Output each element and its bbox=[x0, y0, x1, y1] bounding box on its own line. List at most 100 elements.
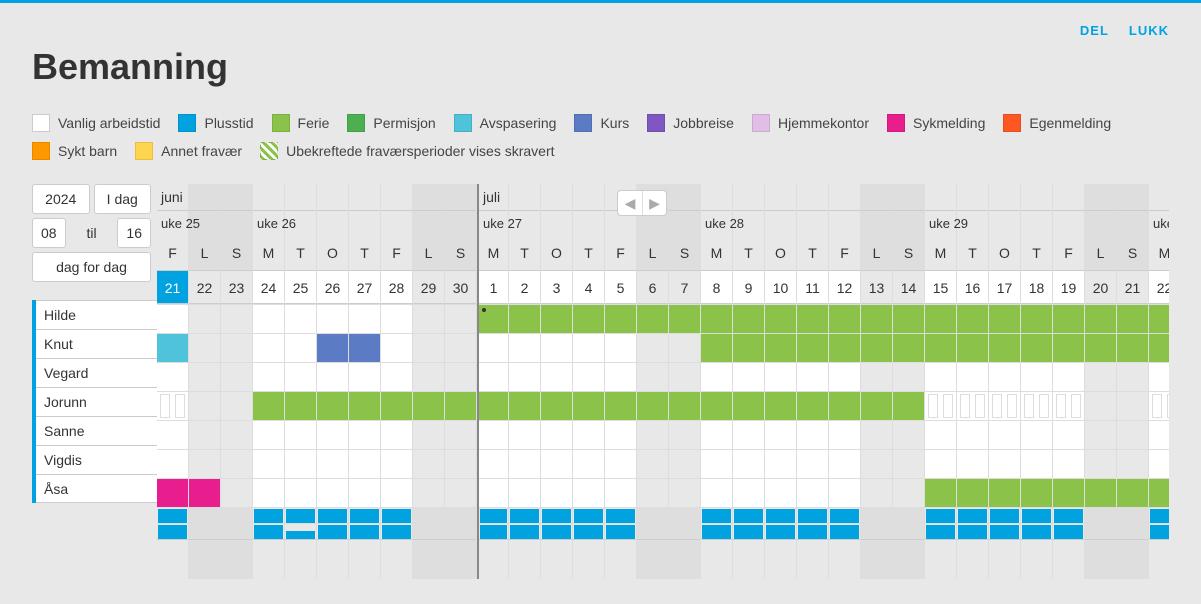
schedule-cell[interactable] bbox=[189, 304, 220, 333]
schedule-cell[interactable] bbox=[509, 391, 540, 420]
schedule-cell[interactable] bbox=[381, 449, 412, 478]
schedule-cell[interactable] bbox=[189, 478, 220, 507]
schedule-cell[interactable] bbox=[221, 333, 252, 362]
date-cell[interactable]: 19 bbox=[1053, 270, 1084, 304]
schedule-cell[interactable] bbox=[189, 391, 220, 420]
schedule-cell[interactable] bbox=[189, 333, 220, 362]
schedule-cell[interactable] bbox=[989, 304, 1020, 333]
schedule-cell[interactable] bbox=[1053, 449, 1084, 478]
date-cell[interactable]: 24 bbox=[253, 270, 284, 304]
schedule-cell[interactable] bbox=[573, 449, 604, 478]
schedule-cell[interactable] bbox=[1085, 391, 1116, 420]
schedule-cell[interactable] bbox=[797, 478, 828, 507]
date-cell[interactable]: 3 bbox=[541, 270, 572, 304]
schedule-cell[interactable] bbox=[1021, 304, 1052, 333]
schedule-cell[interactable] bbox=[1117, 333, 1148, 362]
schedule-cell[interactable] bbox=[925, 449, 956, 478]
schedule-cell[interactable] bbox=[669, 362, 700, 391]
schedule-cell[interactable] bbox=[349, 362, 380, 391]
schedule-cell[interactable] bbox=[765, 362, 796, 391]
schedule-cell[interactable] bbox=[573, 420, 604, 449]
schedule-cell[interactable] bbox=[157, 333, 188, 362]
schedule-cell[interactable] bbox=[701, 362, 732, 391]
schedule-cell[interactable] bbox=[1053, 391, 1084, 420]
date-cell[interactable]: 11 bbox=[797, 270, 828, 304]
schedule-cell[interactable] bbox=[1117, 449, 1148, 478]
schedule-cell[interactable] bbox=[957, 478, 988, 507]
schedule-cell[interactable] bbox=[829, 333, 860, 362]
schedule-cell[interactable] bbox=[1021, 420, 1052, 449]
schedule-cell[interactable] bbox=[669, 420, 700, 449]
schedule-cell[interactable] bbox=[285, 420, 316, 449]
person-name[interactable]: Jorunn bbox=[36, 387, 157, 416]
schedule-cell[interactable] bbox=[1117, 478, 1148, 507]
schedule-cell[interactable] bbox=[733, 391, 764, 420]
schedule-cell[interactable] bbox=[253, 420, 284, 449]
person-name[interactable]: Hilde bbox=[36, 300, 157, 329]
schedule-cell[interactable] bbox=[701, 420, 732, 449]
schedule-cell[interactable] bbox=[1085, 333, 1116, 362]
schedule-cell[interactable] bbox=[1021, 449, 1052, 478]
schedule-cell[interactable] bbox=[1117, 420, 1148, 449]
schedule-cell[interactable] bbox=[573, 304, 604, 333]
schedule-cell[interactable] bbox=[349, 304, 380, 333]
schedule-cell[interactable] bbox=[1085, 304, 1116, 333]
schedule-cell[interactable] bbox=[829, 449, 860, 478]
schedule-cell[interactable] bbox=[381, 420, 412, 449]
date-cell[interactable]: 21 bbox=[1117, 270, 1148, 304]
schedule-cell[interactable] bbox=[541, 420, 572, 449]
schedule-cell[interactable] bbox=[1117, 362, 1148, 391]
from-hour[interactable]: 08 bbox=[32, 218, 66, 248]
schedule-cell[interactable] bbox=[765, 478, 796, 507]
schedule-cell[interactable] bbox=[957, 362, 988, 391]
schedule-cell[interactable] bbox=[541, 304, 572, 333]
schedule-cell[interactable] bbox=[957, 304, 988, 333]
schedule-cell[interactable] bbox=[413, 304, 444, 333]
schedule-cell[interactable] bbox=[479, 478, 508, 507]
schedule-cell[interactable] bbox=[925, 391, 956, 420]
schedule-cell[interactable] bbox=[445, 391, 476, 420]
date-cell[interactable]: 26 bbox=[317, 270, 348, 304]
next-arrow-icon[interactable]: ▶ bbox=[642, 191, 666, 215]
schedule-cell[interactable] bbox=[829, 362, 860, 391]
schedule-cell[interactable] bbox=[479, 362, 508, 391]
schedule-cell[interactable] bbox=[541, 333, 572, 362]
schedule-cell[interactable] bbox=[445, 420, 476, 449]
schedule-cell[interactable] bbox=[157, 478, 188, 507]
schedule-cell[interactable] bbox=[285, 449, 316, 478]
schedule-cell[interactable] bbox=[413, 478, 444, 507]
schedule-cell[interactable] bbox=[637, 391, 668, 420]
schedule-cell[interactable] bbox=[349, 333, 380, 362]
schedule-cell[interactable] bbox=[445, 478, 476, 507]
schedule-cell[interactable] bbox=[733, 449, 764, 478]
schedule-cell[interactable] bbox=[957, 391, 988, 420]
schedule-cell[interactable] bbox=[797, 333, 828, 362]
schedule-cell[interactable] bbox=[797, 449, 828, 478]
schedule-cell[interactable] bbox=[861, 391, 892, 420]
schedule-cell[interactable] bbox=[573, 391, 604, 420]
schedule-cell[interactable] bbox=[989, 478, 1020, 507]
schedule-cell[interactable] bbox=[541, 362, 572, 391]
schedule-cell[interactable] bbox=[989, 449, 1020, 478]
date-cell[interactable]: 21 bbox=[157, 270, 188, 304]
date-cell[interactable]: 22 bbox=[1149, 270, 1169, 304]
schedule-cell[interactable] bbox=[1149, 420, 1169, 449]
schedule-cell[interactable] bbox=[733, 362, 764, 391]
date-cell[interactable]: 28 bbox=[381, 270, 412, 304]
schedule-cell[interactable] bbox=[1149, 391, 1169, 420]
schedule-cell[interactable] bbox=[797, 304, 828, 333]
schedule-cell[interactable] bbox=[285, 391, 316, 420]
schedule-cell[interactable] bbox=[349, 420, 380, 449]
schedule-cell[interactable] bbox=[669, 478, 700, 507]
schedule-cell[interactable] bbox=[1053, 478, 1084, 507]
date-cell[interactable]: 6 bbox=[637, 270, 668, 304]
date-cell[interactable]: 7 bbox=[669, 270, 700, 304]
schedule-cell[interactable] bbox=[605, 362, 636, 391]
date-cell[interactable]: 8 bbox=[701, 270, 732, 304]
schedule-cell[interactable] bbox=[989, 391, 1020, 420]
person-name[interactable]: Sanne bbox=[36, 416, 157, 445]
schedule-cell[interactable] bbox=[157, 304, 188, 333]
schedule-cell[interactable] bbox=[989, 420, 1020, 449]
schedule-cell[interactable] bbox=[765, 304, 796, 333]
schedule-cell[interactable] bbox=[797, 362, 828, 391]
